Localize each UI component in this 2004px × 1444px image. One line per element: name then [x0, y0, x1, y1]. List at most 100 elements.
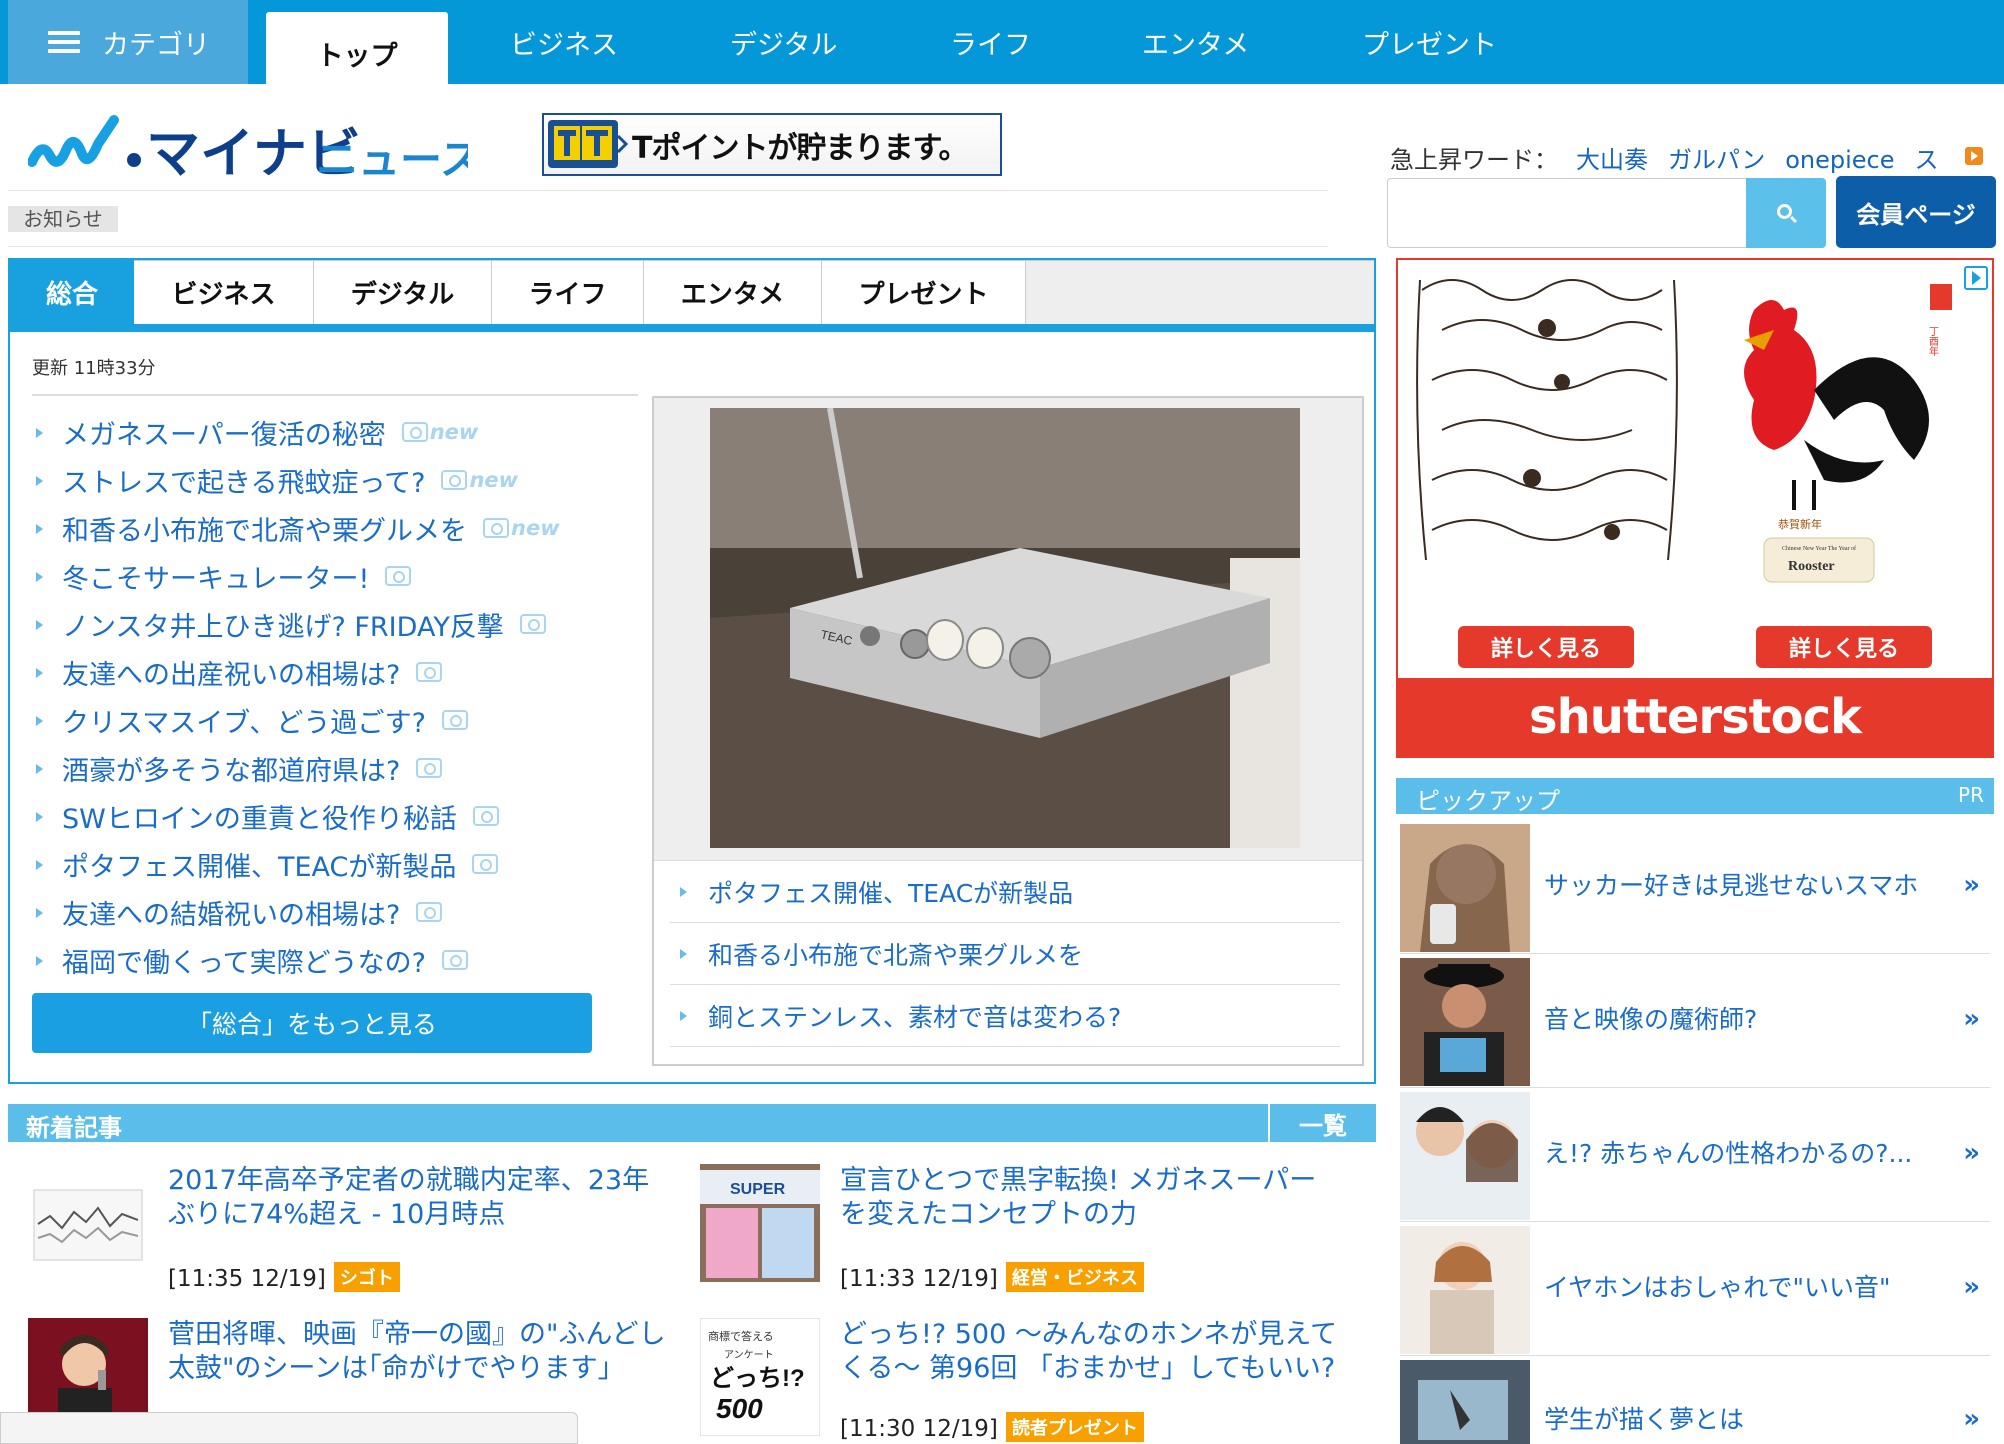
headline-item[interactable]: メガネスーパー復活の秘密 new	[32, 408, 632, 456]
article-time: [11:33 12/19]	[840, 1266, 998, 1292]
trending-word[interactable]: ス	[1915, 146, 1939, 174]
trending-next-icon[interactable]	[1965, 147, 1983, 165]
svg-text:どっち!?: どっち!?	[710, 1365, 805, 1392]
mynavi-logo-icon: マイナビ ニュース	[27, 115, 482, 184]
article-thumbnail	[28, 1164, 148, 1282]
chevron-right-icon: »	[1963, 1404, 1980, 1434]
article-thumbnail: SUPER	[700, 1164, 820, 1282]
pickup-thumbnail	[1400, 1226, 1530, 1354]
pickup-text: 学生が描く夢とは	[1544, 1405, 1745, 1434]
headline-item[interactable]: ノンスタ井上ひき逃げ? FRIDAY反撃	[32, 600, 632, 648]
article-item[interactable]: 商標で答える アンケート どっち!? 500 どっち!? 500 〜みんなのホン…	[700, 1318, 1360, 1444]
nav-tab-business[interactable]: ビジネス	[510, 0, 618, 84]
ad-detail-button-right[interactable]: 詳しく見る	[1756, 626, 1932, 668]
article-item[interactable]: SUPER 宣言ひとつで黒字転換! メガネスーパーを変えたコンセプトの力 [11…	[700, 1164, 1360, 1294]
new-tag: new	[429, 420, 479, 444]
headline-item[interactable]: 冬こそサーキュレーター!	[32, 552, 632, 600]
camera-icon	[441, 710, 468, 730]
notice-label[interactable]: お知らせ	[8, 206, 118, 232]
headline-item[interactable]: 友達への出産祝いの相場は?	[32, 648, 632, 696]
ad-choices-icon[interactable]	[1964, 266, 1988, 290]
article-meta: [11:33 12/19] 経営・ビジネス	[840, 1262, 1144, 1292]
nav-tab-label: エンタメ	[1142, 29, 1250, 61]
feature-link-list: ポタフェス開催、TEACが新製品 和香る小布施で北斎や栗グルメを 銅とステンレス…	[654, 860, 1362, 1064]
new-articles-header: 新着記事 一覧	[8, 1104, 1376, 1142]
pickup-item[interactable]: イヤホンはおしゃれで"いい音" »	[1400, 1222, 1990, 1356]
headline-item[interactable]: ポタフェス開催、TEACが新製品	[32, 840, 632, 888]
article-tag[interactable]: シゴト	[333, 1262, 400, 1292]
trending-word[interactable]: onepiece	[1785, 146, 1894, 174]
feature-link[interactable]: 銅とステンレス、素材で音は変わる?	[670, 985, 1340, 1047]
hamburger-icon	[48, 31, 80, 53]
pickup-item[interactable]: サッカー好きは見逃せないスマホ »	[1400, 820, 1990, 954]
pickup-item[interactable]: え!? 赤ちゃんの性格わかるの?... »	[1400, 1088, 1990, 1222]
pickup-thumbnail	[1400, 1360, 1530, 1444]
horizontal-scrollbar[interactable]	[0, 1412, 578, 1444]
trending-word[interactable]: ガルパン	[1668, 146, 1765, 174]
chevron-right-icon: »	[1963, 1272, 1980, 1302]
nav-tab-life[interactable]: ライフ	[950, 0, 1031, 84]
category-menu-button[interactable]: カテゴリ	[8, 0, 248, 84]
headline-item[interactable]: 友達への結婚祝いの相場は?	[32, 888, 632, 936]
svg-text:商標で答える: 商標で答える	[708, 1329, 774, 1343]
updated-time: 更新 11時33分	[32, 358, 156, 379]
nav-tab-label: ビジネス	[510, 29, 618, 61]
category-tabs: 総合 ビジネス デジタル ライフ エンタメ プレゼント	[10, 260, 1374, 332]
pickup-item[interactable]: 音と映像の魔術師? »	[1400, 954, 1990, 1088]
article-tag[interactable]: 経営・ビジネス	[1005, 1262, 1144, 1292]
shutterstock-ad[interactable]: 丁酉年 恭賀新年 Chinese New Year The Year of Ro…	[1396, 258, 1994, 758]
tab-general[interactable]: 総合	[10, 260, 134, 324]
camera-icon	[416, 758, 443, 778]
tab-present[interactable]: プレゼント	[822, 260, 1026, 324]
article-time: [11:35 12/19]	[168, 1266, 326, 1292]
feature-link[interactable]: ポタフェス開催、TEACが新製品	[670, 861, 1340, 923]
pickup-title: ピックアップ	[1416, 787, 1560, 815]
nav-tab-top[interactable]: トップ	[266, 12, 448, 84]
tab-filler	[1026, 260, 1374, 324]
camera-icon	[385, 566, 412, 586]
camera-icon	[401, 422, 428, 442]
camera-icon	[483, 518, 509, 538]
svg-text:恭賀新年: 恭賀新年	[1778, 517, 1822, 531]
svg-text:ニュース: ニュース	[316, 136, 468, 180]
headline-text: 酒豪が多そうな都道府県は?	[62, 755, 401, 787]
svg-text:丁酉年: 丁酉年	[1927, 326, 1939, 357]
headline-text: ノンスタ井上ひき逃げ? FRIDAY反撃	[62, 611, 504, 643]
new-articles-list-link[interactable]: 一覧	[1268, 1104, 1376, 1142]
tab-life[interactable]: ライフ	[492, 260, 644, 324]
trending-word[interactable]: 大山奏	[1576, 146, 1648, 174]
headline-item[interactable]: SWヒロインの重責と役作り秘話	[32, 792, 632, 840]
feature-link[interactable]: 和香る小布施で北斎や栗グルメを	[670, 923, 1340, 985]
pickup-thumbnail	[1400, 824, 1530, 952]
ad-detail-button-left[interactable]: 詳しく見る	[1458, 626, 1634, 668]
more-general-button[interactable]: 「総合」をもっと見る	[32, 993, 592, 1053]
camera-icon	[441, 470, 468, 490]
search-input[interactable]	[1387, 178, 1747, 248]
feature-image[interactable]: TEAC	[710, 408, 1300, 848]
headline-item[interactable]: クリスマスイブ、どう過ごす?	[32, 696, 632, 744]
search-icon	[1777, 204, 1792, 219]
pickup-text: 音と映像の魔術師?	[1544, 1005, 1758, 1034]
nav-tab-present[interactable]: プレゼント	[1362, 0, 1497, 84]
tpoint-banner[interactable]: Tポイントが貯まります。	[542, 113, 1002, 176]
article-item[interactable]: 2017年高卒予定者の就職内定率、23年ぶりに74%超え - 10月時点 [11…	[28, 1164, 668, 1294]
headline-item[interactable]: ストレスで起きる飛蚊症って? new	[32, 456, 632, 504]
nav-tab-entame[interactable]: エンタメ	[1142, 0, 1249, 84]
article-tag[interactable]: 読者プレゼント	[1005, 1412, 1144, 1442]
pickup-item[interactable]: 学生が描く夢とは »	[1400, 1356, 1990, 1444]
search-button[interactable]	[1746, 178, 1826, 248]
headline-item[interactable]: 和香る小布施で北斎や栗グルメを new	[32, 504, 632, 552]
tab-entame[interactable]: エンタメ	[644, 260, 822, 324]
member-page-button[interactable]: 会員ページ	[1836, 176, 1996, 248]
trending-words: 急上昇ワード： 大山奏 ガルパン onepiece ス	[1390, 140, 1988, 174]
camera-icon	[472, 806, 499, 826]
svg-text:Rooster: Rooster	[1788, 559, 1835, 574]
tpoint-logo-icon	[548, 120, 628, 168]
site-logo[interactable]: マイナビ ニュース	[27, 110, 482, 184]
headline-item[interactable]: 福岡で働くって実際どうなの?	[32, 936, 632, 984]
nav-tab-digital[interactable]: デジタル	[730, 0, 837, 84]
pickup-panel: ピックアップ PR サッカー好きは見逃せないスマホ » 音と映像の魔術師? » …	[1396, 778, 1994, 1444]
headline-item[interactable]: 酒豪が多そうな都道府県は?	[32, 744, 632, 792]
tab-digital[interactable]: デジタル	[314, 260, 492, 324]
tab-business[interactable]: ビジネス	[134, 260, 314, 324]
